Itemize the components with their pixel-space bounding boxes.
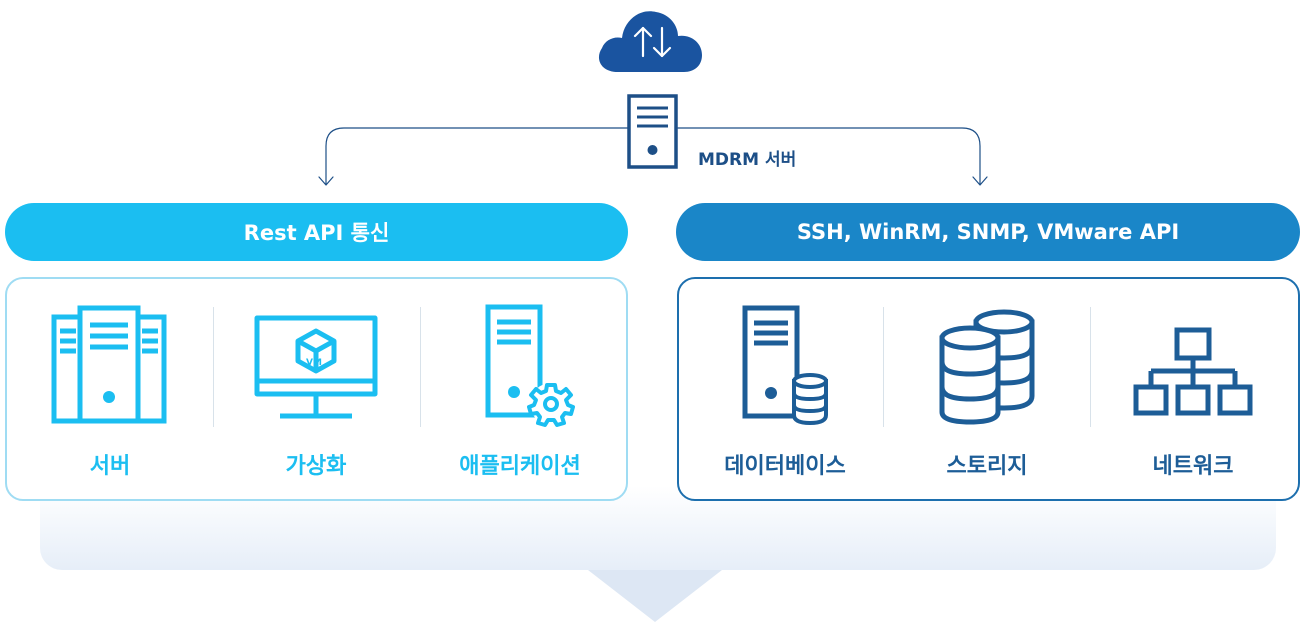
divider xyxy=(420,307,421,427)
storage-icon xyxy=(939,309,1035,425)
item-label-network: 네트워크 xyxy=(1152,454,1234,479)
rest-api-header: Rest API 통신 xyxy=(5,203,628,261)
mdrm-server-icon xyxy=(627,94,678,169)
item-label-database: 데이터베이스 xyxy=(724,454,846,479)
down-pointer xyxy=(588,570,722,622)
db-server-icon xyxy=(742,305,828,426)
protocols-header: SSH, WinRM, SNMP, VMware API xyxy=(676,203,1300,261)
item-label-storage: 스토리지 xyxy=(946,454,1028,479)
network-icon xyxy=(1133,327,1253,416)
item-label-application: 애플리케이션 xyxy=(459,454,581,479)
server-rack-icon xyxy=(51,305,167,424)
server-label: MDRM 서버 xyxy=(698,150,797,170)
divider xyxy=(883,307,884,427)
item-label-server: 서버 xyxy=(89,454,131,479)
divider xyxy=(213,307,214,427)
vm-monitor-icon: VM xyxy=(254,315,378,419)
svg-text:VM: VM xyxy=(306,358,322,368)
divider xyxy=(1090,307,1091,427)
app-server-gear-icon xyxy=(485,304,575,427)
item-label-virtualization: 가상화 xyxy=(285,454,347,479)
